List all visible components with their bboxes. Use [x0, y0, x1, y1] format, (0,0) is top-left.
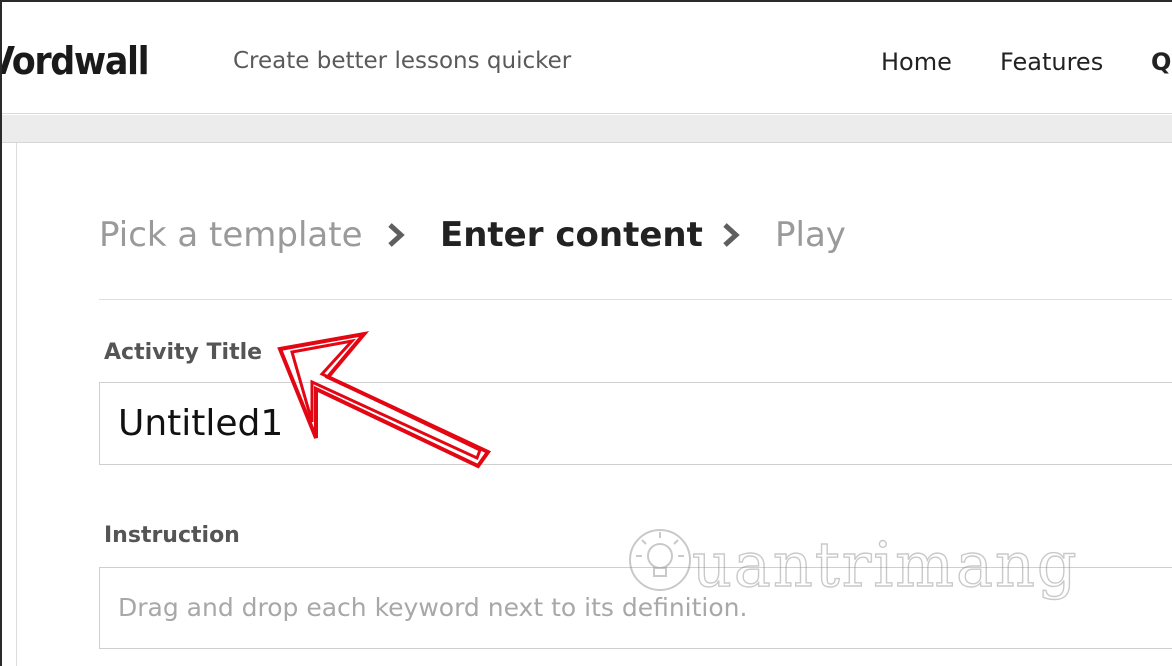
- step-pick-template[interactable]: Pick a template: [99, 210, 363, 260]
- site-header: Vordwall Create better lessons quicker H…: [2, 2, 1172, 114]
- lightbulb-icon: [629, 529, 691, 591]
- arrow-icon: [277, 331, 492, 469]
- watermark-text: uantrimang: [691, 528, 1079, 601]
- nav-home-link[interactable]: Home: [881, 47, 952, 77]
- chevron-right-icon: [388, 223, 405, 247]
- site-tagline: Create better lessons quicker: [233, 48, 572, 74]
- activity-title-label: Activity Title: [104, 340, 263, 365]
- step-enter-content: Enter content: [440, 215, 703, 255]
- instruction-label: Instruction: [104, 523, 240, 548]
- browser-viewport: Vordwall Create better lessons quicker H…: [0, 0, 1172, 666]
- chevron-right-icon: [723, 223, 740, 247]
- section-divider: [99, 299, 1172, 300]
- nav-truncated-link[interactable]: Q: [1151, 47, 1171, 77]
- activity-title-input[interactable]: [99, 382, 1172, 465]
- wordwall-logo[interactable]: Vordwall: [2, 39, 150, 83]
- nav-features-link[interactable]: Features: [1000, 47, 1103, 77]
- header-separator-band: [2, 115, 1172, 143]
- step-play: Play: [775, 215, 846, 255]
